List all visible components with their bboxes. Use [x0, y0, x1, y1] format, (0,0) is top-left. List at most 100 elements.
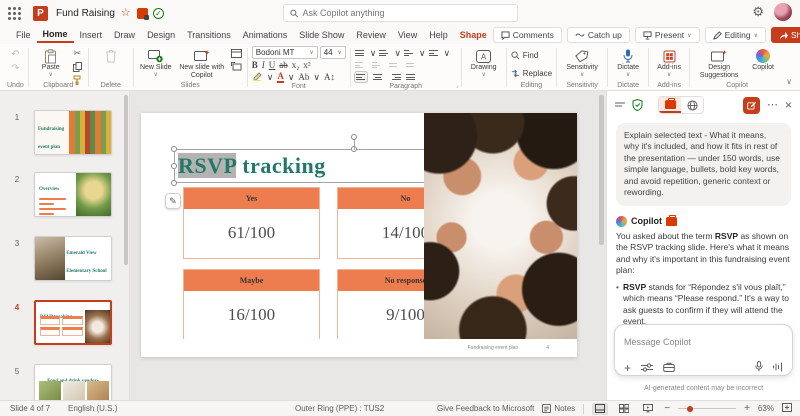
collapse-ribbon-icon[interactable]: ∨: [786, 77, 792, 86]
slide-sorter-view-button[interactable]: [616, 403, 632, 415]
highlight-color-button[interactable]: [252, 71, 263, 83]
slide-thumbnail-5[interactable]: Food and drink vendors: [34, 364, 112, 400]
mic-icon[interactable]: [755, 359, 763, 377]
message-copilot-input[interactable]: [624, 337, 783, 347]
notes-toggle[interactable]: Notes: [542, 404, 575, 413]
numbering-icon[interactable]: [379, 48, 391, 58]
tab-insert[interactable]: Insert: [74, 28, 109, 42]
slide-layout-icon[interactable]: [230, 48, 243, 59]
bold-button[interactable]: B: [252, 61, 258, 70]
settings-gear-icon[interactable]: ⚙: [752, 4, 764, 20]
tab-transitions[interactable]: Transitions: [181, 28, 237, 42]
voice-mode-icon[interactable]: [772, 359, 783, 377]
share-button[interactable]: Share∨: [771, 27, 800, 43]
ink-pen-icon[interactable]: ✎: [165, 193, 181, 209]
zoom-in-button[interactable]: +: [744, 403, 750, 414]
present-dropdown-icon[interactable]: ∨: [687, 32, 691, 39]
zoom-out-button[interactable]: −: [664, 403, 670, 414]
work-mode-tab[interactable]: [659, 97, 681, 113]
more-options-icon[interactable]: ⋯: [767, 100, 778, 111]
editing-dropdown-icon[interactable]: ∨: [754, 32, 758, 39]
left-to-right-icon[interactable]: [389, 60, 401, 70]
subscript-button[interactable]: x₂: [292, 61, 300, 70]
strikethrough-button[interactable]: ab: [279, 61, 288, 70]
replace-button[interactable]: Replace: [511, 65, 552, 81]
new-slide-with-copilot-button[interactable]: New slide with Copilot: [176, 46, 228, 80]
hamburger-menu-icon[interactable]: [615, 101, 625, 109]
user-avatar[interactable]: [774, 3, 792, 21]
zoom-slider[interactable]: [678, 408, 736, 409]
slide-thumbnail-4-selected[interactable]: RSVP tracking: [34, 300, 112, 345]
sensitivity-button[interactable]: Sensitivity∨: [561, 46, 603, 79]
increase-indent-icon[interactable]: [372, 60, 384, 70]
tab-home[interactable]: Home: [37, 27, 74, 43]
copilot-button[interactable]: Copilot: [746, 46, 780, 72]
justify-icon[interactable]: [406, 72, 418, 82]
tab-file[interactable]: File: [10, 28, 37, 42]
editing-mode-button[interactable]: Editing∨: [705, 27, 766, 43]
align-left-icon[interactable]: [355, 72, 367, 82]
document-title[interactable]: Fund Raising: [56, 8, 115, 19]
tab-review[interactable]: Review: [350, 28, 392, 42]
thumbnail-scrollbar[interactable]: [124, 95, 128, 265]
table-cell-maybe[interactable]: Maybe 16/100: [183, 269, 320, 341]
favorite-star-icon[interactable]: ☆: [121, 8, 131, 19]
reset-slide-icon[interactable]: [230, 61, 243, 72]
change-case-button[interactable]: Ab: [298, 73, 309, 82]
redo-button[interactable]: ↷: [11, 64, 19, 74]
slide-thumbnail-1[interactable]: Fundraising event plan: [34, 110, 112, 155]
addins-button[interactable]: Add-ins∨: [653, 46, 685, 79]
children-photo[interactable]: [424, 113, 577, 339]
align-center-icon[interactable]: [372, 72, 384, 82]
font-color-button[interactable]: A: [277, 72, 284, 83]
catch-up-button[interactable]: Catch up: [567, 27, 630, 43]
paragraph-dialog-launcher-icon[interactable]: ⌟: [456, 82, 459, 89]
zoom-slider-handle[interactable]: [687, 406, 693, 412]
font-size-combo[interactable]: 44∨: [320, 46, 346, 59]
editor-scrollbar[interactable]: [599, 95, 604, 245]
options-sliders-icon[interactable]: [641, 359, 653, 377]
font-name-combo[interactable]: Bodoni MT∨: [252, 46, 318, 59]
close-panel-icon[interactable]: ×: [785, 99, 792, 111]
new-slide-button[interactable]: New Slide∨: [138, 46, 174, 79]
zoom-level[interactable]: 63%: [758, 404, 774, 413]
find-button[interactable]: Find: [511, 47, 552, 63]
copilot-message-box[interactable]: +: [614, 324, 793, 376]
tab-slide-show[interactable]: Slide Show: [293, 28, 350, 42]
normal-view-button[interactable]: [592, 403, 608, 415]
tab-help[interactable]: Help: [423, 28, 454, 42]
language-indicator[interactable]: English (U.S.): [68, 404, 117, 413]
table-cell-yes[interactable]: Yes 61/100: [183, 187, 320, 259]
rotate-handle[interactable]: [351, 134, 357, 140]
app-launcher-icon[interactable]: [8, 7, 21, 20]
italic-button[interactable]: I: [262, 61, 265, 70]
selection-handle[interactable]: [171, 146, 177, 152]
add-attachment-icon[interactable]: +: [624, 362, 631, 374]
tab-draw[interactable]: Draw: [108, 28, 141, 42]
paste-button[interactable]: Paste∨: [33, 46, 69, 79]
copilot-search-box[interactable]: [283, 4, 518, 22]
cut-icon[interactable]: ✂: [71, 48, 84, 59]
text-direction-icon[interactable]: [429, 48, 441, 58]
fit-to-window-icon[interactable]: [782, 403, 792, 414]
line-spacing-icon[interactable]: [404, 48, 416, 58]
align-right-icon[interactable]: [389, 72, 401, 82]
copy-icon[interactable]: [71, 61, 84, 72]
present-button[interactable]: Present∨: [635, 27, 700, 43]
slideshow-view-button[interactable]: [640, 403, 656, 415]
character-spacing-button[interactable]: A↕: [324, 73, 335, 82]
right-to-left-icon[interactable]: [406, 60, 418, 70]
decrease-indent-icon[interactable]: [355, 60, 367, 70]
slide-thumbnail-3[interactable]: Emerald View Elementary School: [34, 236, 112, 281]
slide-count-indicator[interactable]: Slide 4 of 7: [10, 404, 50, 413]
slide-thumbnail-2[interactable]: Overview: [34, 172, 112, 217]
tab-shape[interactable]: Shape: [454, 28, 493, 42]
drawing-button[interactable]: A Drawing∨: [466, 46, 502, 79]
selection-handle[interactable]: [171, 163, 177, 169]
superscript-button[interactable]: x²: [303, 61, 310, 70]
search-input[interactable]: [302, 8, 511, 18]
slide-canvas[interactable]: RSVP tracking ✎ Yes 61/100 No 14/100 May…: [141, 113, 577, 357]
work-briefcase-icon[interactable]: [663, 359, 675, 377]
tab-animations[interactable]: Animations: [237, 28, 294, 42]
dictate-button[interactable]: Dictate∨: [612, 46, 644, 79]
